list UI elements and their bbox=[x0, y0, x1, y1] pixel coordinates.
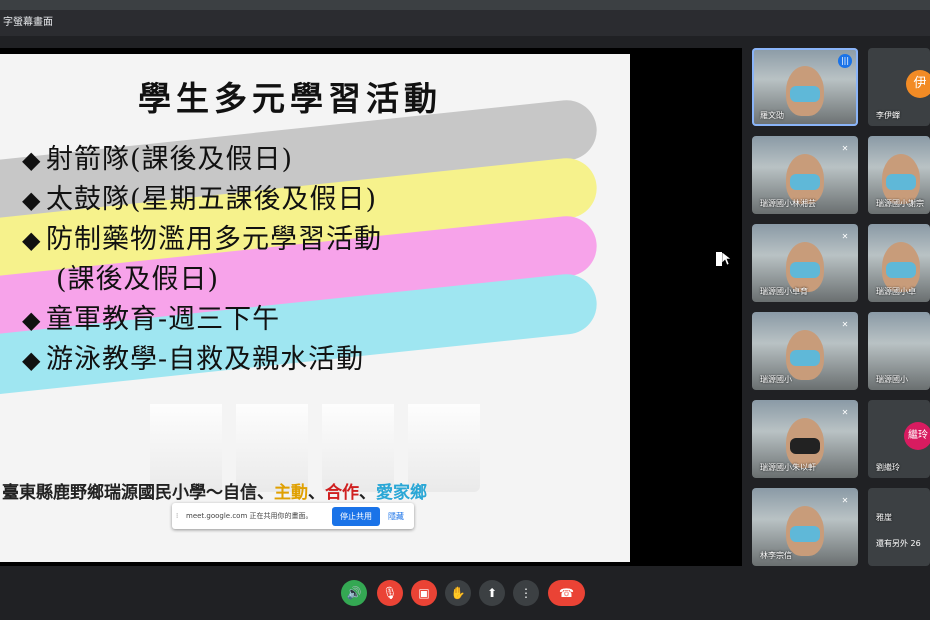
speaker-icon[interactable]: 🔊 bbox=[341, 580, 367, 606]
mic-off-icon: ✕ bbox=[841, 408, 849, 417]
mic-off-icon: ✕ bbox=[841, 232, 849, 241]
diamond-icon: ◆ bbox=[22, 146, 42, 174]
bullet-item-continuation: (課後及假日) bbox=[56, 264, 220, 295]
avatar: 繼玲 bbox=[904, 422, 930, 450]
top-strip bbox=[0, 0, 930, 10]
participant-tile[interactable]: 瑞源國小卓 bbox=[868, 224, 930, 302]
hangup-icon[interactable]: ☎ bbox=[548, 580, 585, 606]
stop-sharing-button[interactable]: 停止共用 bbox=[332, 506, 380, 526]
participant-tile[interactable]: ✕ 瑞源國小林湘芸 bbox=[752, 136, 858, 214]
more-participants-tile[interactable]: 雅崖 還有另外 26 bbox=[868, 488, 930, 566]
participant-tile[interactable]: 伊 李伊蟬 bbox=[868, 48, 930, 126]
tab-title-bar: 字螢幕畫面 bbox=[0, 10, 930, 36]
bullet-item: ◆ 游泳教學-自救及親水活動 bbox=[22, 340, 382, 380]
bullet-item: ◆ 防制藥物濫用多元學習活動 bbox=[22, 220, 382, 260]
diamond-icon: ◆ bbox=[22, 306, 42, 334]
participant-tile[interactable]: ✕ 瑞源國小朱以軒 bbox=[752, 400, 858, 478]
share-message: meet.google.com 正在共用你的畫面。 bbox=[186, 512, 313, 520]
mic-off-icon: ✕ bbox=[841, 144, 849, 153]
participant-tile[interactable]: ✕ 瑞源國小 bbox=[752, 312, 858, 390]
mic-off-icon: ✕ bbox=[841, 496, 849, 505]
participant-tile[interactable]: 繼玲 劉繼玲 bbox=[868, 400, 930, 478]
participant-tile[interactable]: 瑞源國小謝宗 bbox=[868, 136, 930, 214]
diamond-icon: ◆ bbox=[22, 186, 42, 214]
bullet-item: ◆ 射箭隊(課後及假日) bbox=[22, 140, 382, 180]
participant-tile[interactable]: ✕ 瑞源國小卓育 bbox=[752, 224, 858, 302]
hand-icon[interactable]: ✋ bbox=[445, 580, 471, 606]
participant-tile[interactable]: ||| 羅文劭 bbox=[752, 48, 858, 126]
participant-tile[interactable]: ✕ 林李宗信 bbox=[752, 488, 858, 566]
bullet-item: ◆ 太鼓隊(星期五課後及假日) bbox=[22, 180, 382, 220]
avatar: 伊 bbox=[906, 70, 930, 98]
bullet-list: ◆ 射箭隊(課後及假日) ◆ 太鼓隊(星期五課後及假日) ◆ 防制藥物濫用多元學習活動… bbox=[22, 140, 382, 380]
screen-share-notification: ⁞ meet.google.com 正在共用你的畫面。 停止共用 隱藏 bbox=[172, 503, 414, 529]
window-title: 字螢幕畫面 bbox=[3, 17, 53, 28]
participant-tile[interactable]: 瑞源國小 bbox=[868, 312, 930, 390]
mic-off-icon: ✕ bbox=[841, 320, 849, 329]
participant-grid: ||| 羅文劭 伊 李伊蟬 ✕ 瑞源國小林湘芸 瑞源國小謝宗 ✕ 瑞源國小卓育 … bbox=[752, 48, 930, 566]
bullet-item: ◆ 童軍教育-週三下午 bbox=[22, 300, 382, 340]
slide-footer: 臺東縣鹿野鄉瑞源國民小學～自信、主動、合作、愛家鄉 bbox=[2, 483, 427, 503]
diamond-icon: ◆ bbox=[22, 226, 42, 254]
present-icon[interactable]: ⬆ bbox=[479, 580, 505, 606]
speaking-indicator-icon: ||| bbox=[838, 54, 852, 68]
shared-slide: 學生多元學習活動 ◆ 射箭隊(課後及假日) ◆ 太鼓隊(星期五課後及假日) ◆ 防制藥… bbox=[0, 54, 630, 562]
diamond-icon: ◆ bbox=[22, 346, 42, 374]
mouse-cursor-icon bbox=[716, 252, 732, 266]
mic-off-icon[interactable]: 🎙 bbox=[377, 580, 403, 606]
drag-handle-icon[interactable]: ⁞ bbox=[176, 512, 184, 520]
camera-off-icon[interactable]: ▣ bbox=[411, 580, 437, 606]
hide-button[interactable]: 隱藏 bbox=[388, 511, 404, 522]
slide-title: 學生多元學習活動 bbox=[138, 79, 442, 118]
more-vert-icon[interactable]: ⋮ bbox=[513, 580, 539, 606]
meeting-controls-bar: 🔊 🎙 ▣ ✋ ⬆ ⋮ ☎ bbox=[0, 566, 930, 620]
